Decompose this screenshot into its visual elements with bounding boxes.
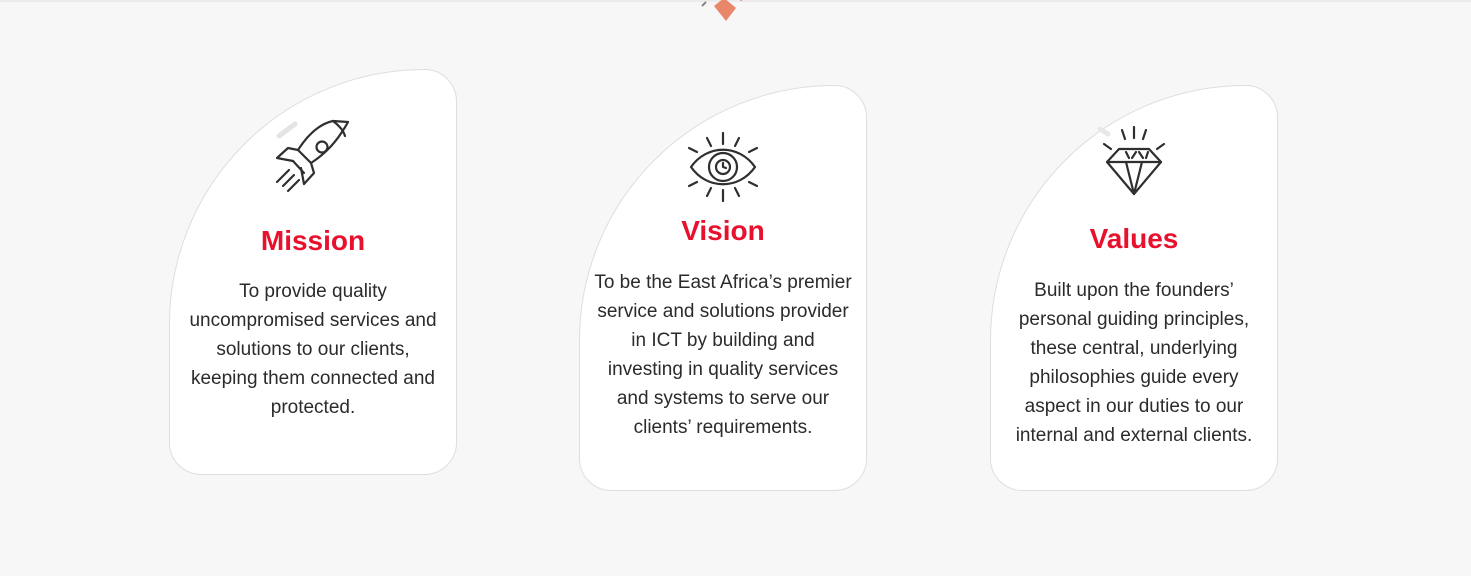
values-card: Values Built upon the founders’ personal… <box>990 85 1278 491</box>
mission-card: Mission To provide quality uncompromised… <box>169 69 457 475</box>
values-text: Built upon the founders’ personal guidin… <box>1015 280 1253 446</box>
vision-title: Vision <box>681 215 765 246</box>
mission-vision-values-section: Mission To provide quality uncompromised… <box>0 0 1471 576</box>
rocket-icon <box>170 118 456 198</box>
eye-icon <box>580 130 866 204</box>
diamond-icon <box>991 124 1277 198</box>
vision-text: To be the East Africa’s premier service … <box>594 272 852 438</box>
vision-card: Vision To be the East Africa’s premier s… <box>579 85 867 491</box>
mission-text: To provide quality uncompromised service… <box>189 281 437 418</box>
values-title: Values <box>1089 223 1179 254</box>
decorative-shape-icon <box>701 0 743 21</box>
mission-title: Mission <box>260 225 366 256</box>
